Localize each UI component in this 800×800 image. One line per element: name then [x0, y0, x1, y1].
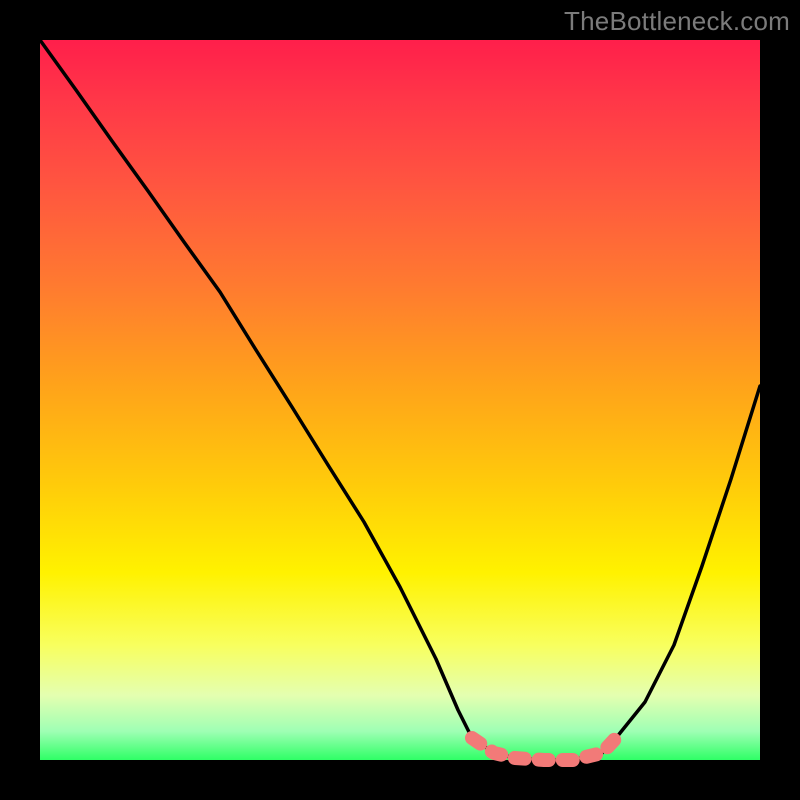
plot-area: [40, 40, 760, 760]
highlight-band: [472, 738, 616, 760]
chart-frame: TheBottleneck.com: [0, 0, 800, 800]
curve-layer: [40, 40, 760, 760]
bottleneck-curve: [40, 40, 760, 760]
watermark-text: TheBottleneck.com: [564, 6, 790, 37]
